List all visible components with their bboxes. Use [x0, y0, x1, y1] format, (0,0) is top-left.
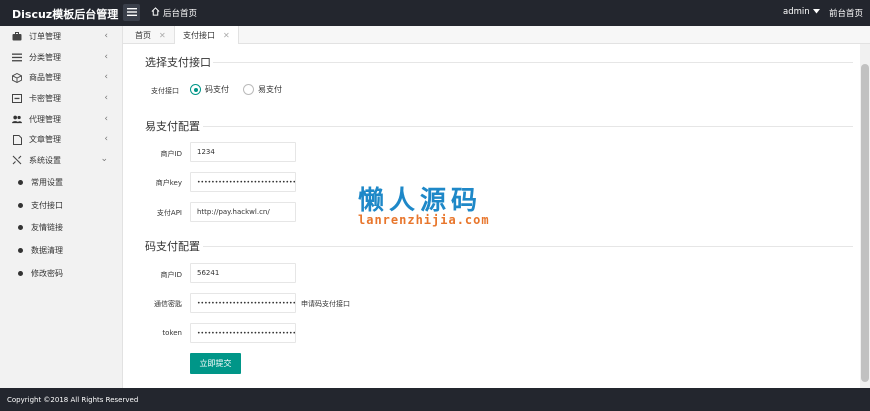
caret-down-icon — [812, 7, 820, 17]
sidebar-subitem-label: 支付接口 — [31, 200, 63, 210]
section-title-select-payment: 选择支付接口 — [145, 56, 211, 69]
divider — [203, 246, 853, 247]
sidebar-item-label: 商品管理 — [29, 73, 61, 83]
radio-unchecked-icon — [243, 84, 254, 95]
field-label-comm-key: 通信密匙 — [154, 300, 182, 308]
sidebar-subitem-payment[interactable]: 支付接口 — [0, 194, 122, 217]
users-icon — [12, 114, 22, 124]
field-label-merchant-key: 商户key — [155, 179, 182, 187]
sidebar-item-agents[interactable]: 代理管理 ‹ — [0, 109, 122, 130]
sidebar-subitem-common-settings[interactable]: 常用设置 — [0, 171, 122, 194]
user-name: admin — [783, 7, 810, 17]
briefcase-icon — [12, 31, 22, 41]
field-label-payment-interface: 支付接口 — [151, 87, 179, 95]
footer: Copyright ©2018 All Rights Reserved — [0, 388, 870, 411]
sidebar: 订单管理 ‹ 分类管理 ‹ 商品管理 ‹ 卡密管理 ‹ 代理管理 ‹ 文章管理 … — [0, 26, 123, 388]
section-title-mazhifu: 码支付配置 — [145, 240, 200, 253]
chevron-down-icon: ⌄ — [100, 154, 108, 165]
watermark-text: 懒人源码 — [358, 186, 483, 216]
field-label-token: token — [162, 329, 182, 337]
top-home-link[interactable]: 后台首页 — [151, 7, 197, 19]
field-label-merchant-id: 商户ID — [160, 150, 182, 158]
sidebar-item-label: 代理管理 — [29, 114, 61, 124]
sidebar-item-articles[interactable]: 文章管理 ‹ — [0, 129, 122, 150]
menu-toggle-button[interactable] — [123, 4, 140, 21]
vertical-scrollbar[interactable] — [860, 44, 870, 388]
tab-bar: 首页 ✕ 支付接口 ✕ — [123, 26, 870, 45]
settings-icon — [12, 155, 22, 165]
watermark-url: lanrenzhijia.com — [358, 213, 490, 227]
field-label-payment-api: 支付API — [156, 209, 182, 217]
sidebar-item-label: 订单管理 — [29, 31, 61, 41]
top-home-label: 后台首页 — [163, 9, 198, 19]
chevron-left-icon: ‹ — [104, 51, 108, 62]
chevron-left-icon: ‹ — [104, 134, 108, 145]
home-icon — [151, 7, 160, 19]
main-content: 选择支付接口 支付接口 码支付 易支付 易支付配置 商户ID 1234 商户ke… — [123, 44, 860, 388]
yizhifu-merchant-key-input[interactable]: •••••••••••••••••••••••••••••••• — [190, 172, 296, 192]
bullet-icon — [18, 179, 23, 185]
sidebar-item-categories[interactable]: 分类管理 ‹ — [0, 47, 122, 68]
sidebar-item-label: 卡密管理 — [29, 93, 61, 103]
chevron-left-icon: ‹ — [104, 93, 108, 104]
sidebar-subitem-change-password[interactable]: 修改密码 — [0, 262, 122, 285]
list-icon — [12, 52, 22, 62]
sidebar-subitem-label: 修改密码 — [31, 268, 63, 278]
bullet-icon — [18, 225, 23, 231]
field-label-merchant-id: 商户ID — [160, 271, 182, 279]
sidebar-subitem-data-cleanup[interactable]: 数据清理 — [0, 239, 122, 262]
sidebar-item-label: 系统设置 — [29, 155, 61, 165]
copyright-text: Copyright ©2018 All Rights Reserved — [7, 395, 139, 404]
front-page-link[interactable]: 前台首页 — [829, 7, 863, 19]
sidebar-subitem-links[interactable]: 友情链接 — [0, 216, 122, 239]
top-bar: Discuz模板后台管理 后台首页 admin 前台首页 — [0, 0, 870, 26]
chevron-left-icon: ‹ — [104, 31, 108, 41]
submit-button[interactable]: 立即提交 — [190, 353, 241, 374]
close-icon[interactable]: ✕ — [159, 31, 166, 40]
apply-mazhifu-hint[interactable]: 申请码支付接口 — [301, 299, 350, 309]
scrollbar-thumb[interactable] — [861, 64, 869, 382]
hamburger-icon — [126, 7, 137, 18]
radio-mazhifu[interactable]: 码支付 — [190, 84, 229, 95]
card-icon — [12, 93, 22, 103]
tab-label: 支付接口 — [183, 31, 215, 40]
cube-icon — [12, 72, 22, 83]
mazhifu-token-input[interactable]: •••••••••••••••••••••••••••••••• — [190, 323, 296, 343]
sidebar-subitem-label: 常用设置 — [31, 177, 63, 187]
divider — [213, 62, 853, 63]
section-title-yizhifu: 易支付配置 — [145, 120, 200, 133]
chevron-left-icon: ‹ — [104, 72, 108, 83]
sidebar-item-products[interactable]: 商品管理 ‹ — [0, 67, 122, 88]
chevron-left-icon: ‹ — [104, 113, 108, 124]
sidebar-item-cards[interactable]: 卡密管理 ‹ — [0, 88, 122, 109]
brand-title[interactable]: Discuz模板后台管理 — [12, 6, 118, 22]
tab-label: 首页 — [135, 30, 151, 40]
sidebar-item-system-settings[interactable]: 系统设置 ⌄ — [0, 150, 122, 171]
sidebar-subitem-label: 数据清理 — [31, 246, 63, 256]
user-menu[interactable]: admin — [783, 7, 820, 17]
tab-home[interactable]: 首页 ✕ — [127, 26, 174, 44]
close-icon[interactable]: ✕ — [223, 31, 230, 40]
yizhifu-api-input[interactable]: http://pay.hackwl.cn/ — [190, 202, 296, 222]
bullet-icon — [18, 270, 23, 276]
radio-label: 易支付 — [258, 85, 282, 94]
mazhifu-comm-key-input[interactable]: •••••••••••••••••••••••••••••••• — [190, 293, 296, 313]
sidebar-item-label: 文章管理 — [29, 135, 61, 145]
sidebar-item-label: 分类管理 — [29, 52, 61, 62]
document-icon — [12, 134, 22, 145]
bullet-icon — [18, 248, 23, 254]
divider — [203, 126, 853, 127]
mazhifu-merchant-id-input[interactable]: 56241 — [190, 263, 296, 283]
sidebar-item-orders[interactable]: 订单管理 ‹ — [0, 26, 122, 47]
tab-payment[interactable]: 支付接口 ✕ — [174, 26, 239, 45]
radio-label: 码支付 — [205, 85, 229, 94]
radio-yizhifu[interactable]: 易支付 — [243, 84, 282, 95]
sidebar-subitem-label: 友情链接 — [31, 223, 63, 233]
radio-checked-icon — [190, 84, 201, 95]
bullet-icon — [18, 202, 23, 208]
yizhifu-merchant-id-input[interactable]: 1234 — [190, 142, 296, 162]
